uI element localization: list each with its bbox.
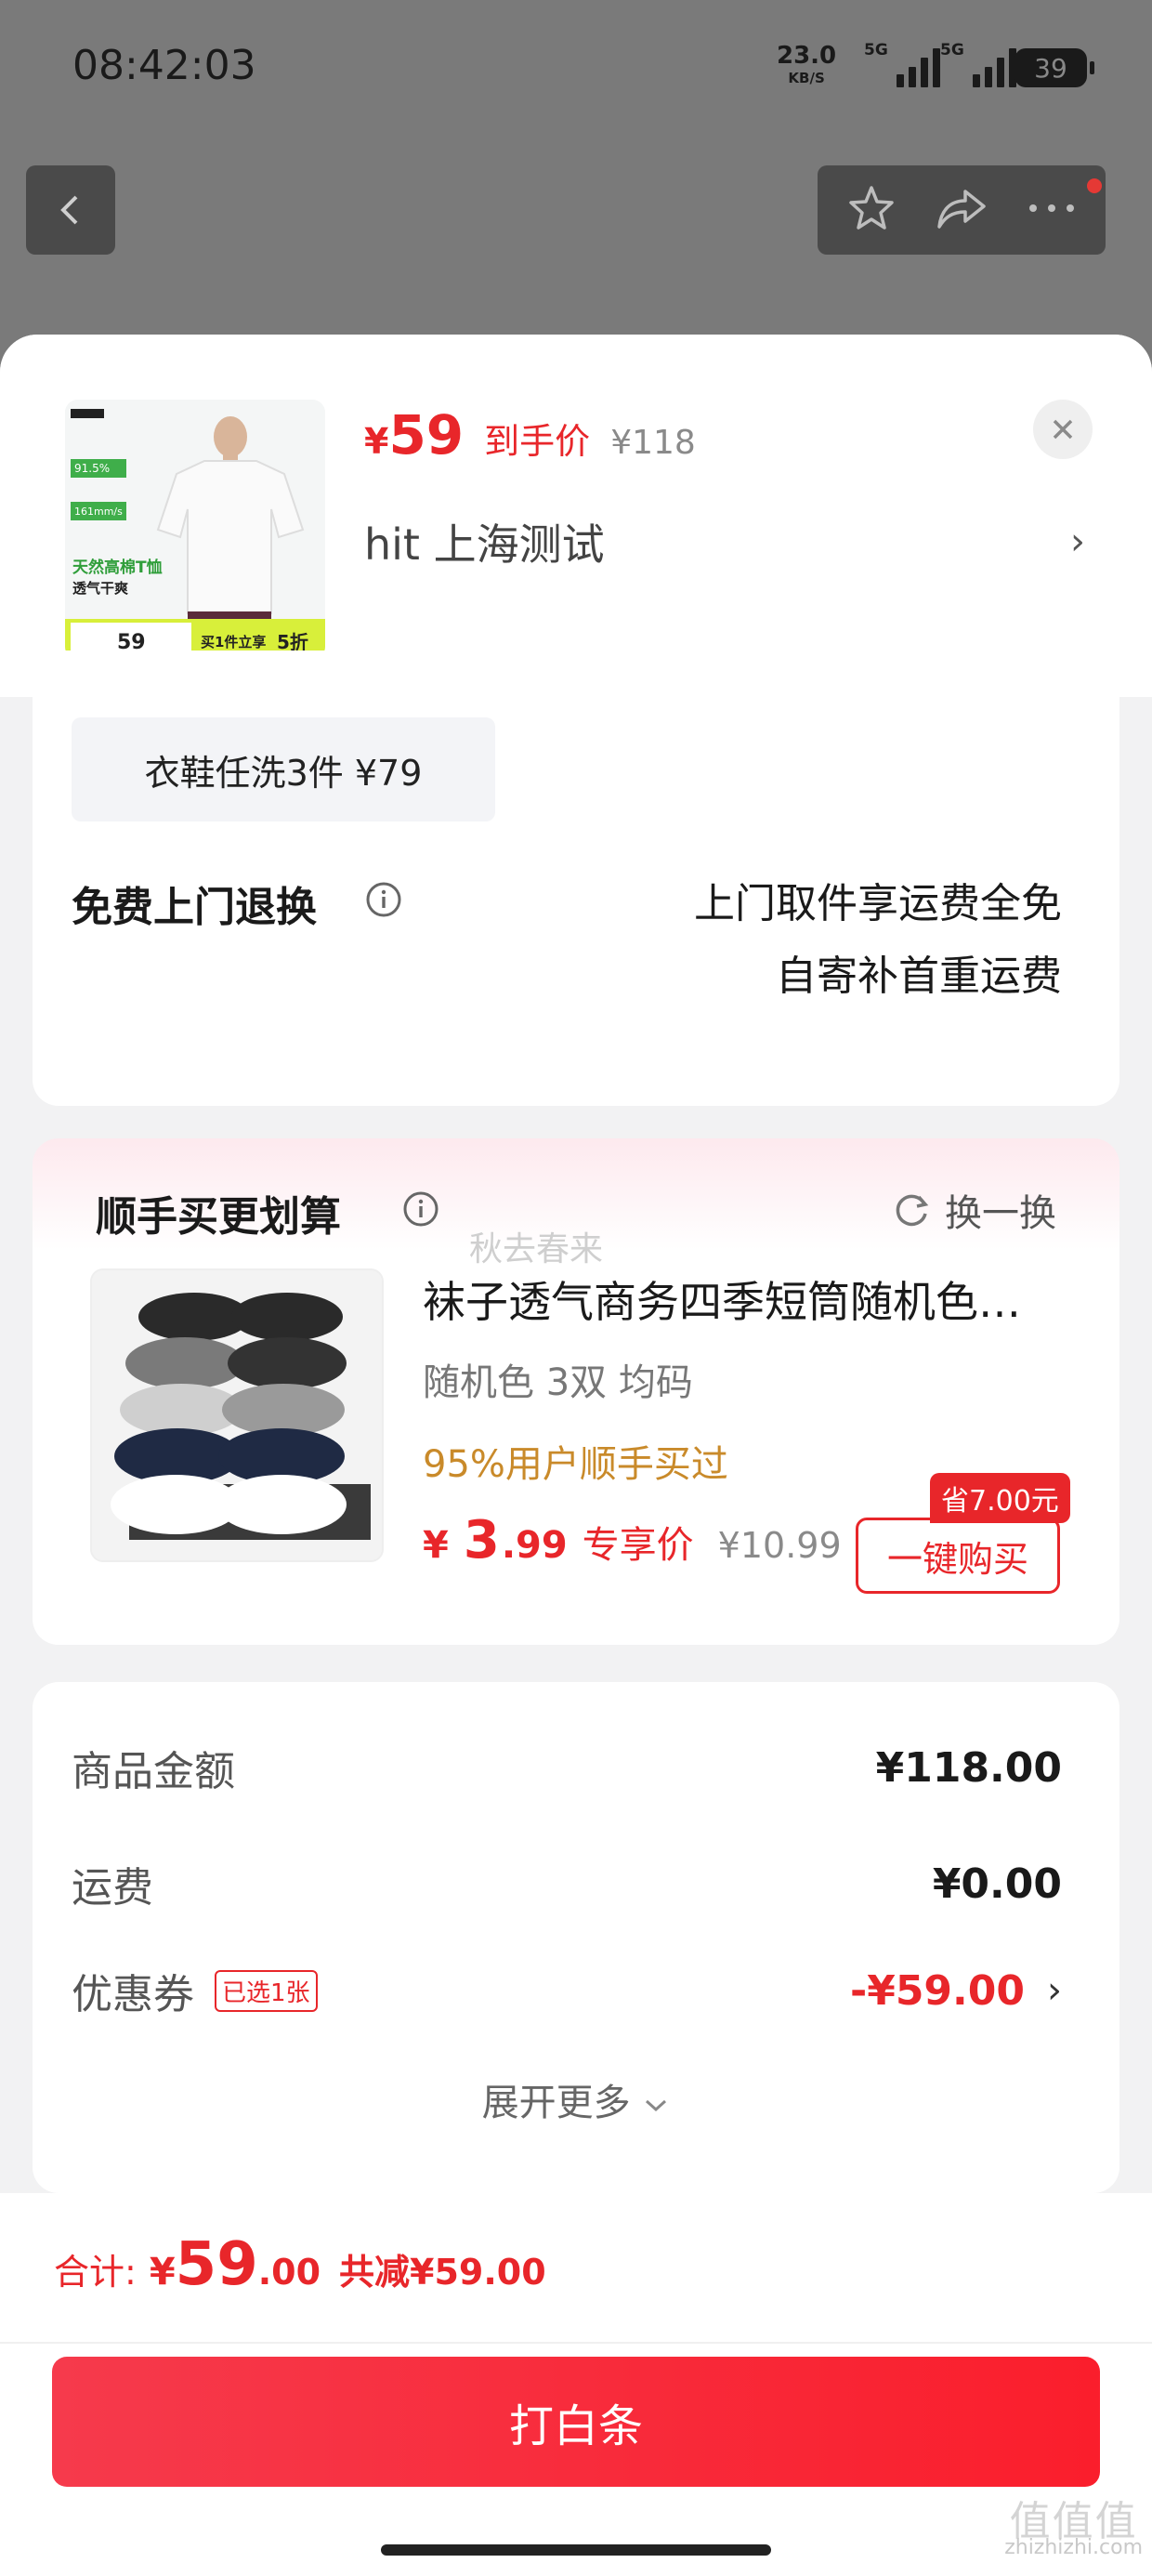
coupon-badge: 已选1张 — [215, 1969, 318, 2012]
signal-2-icon: 5G — [940, 41, 1016, 87]
divider — [0, 2342, 1152, 2344]
info-icon[interactable] — [365, 881, 402, 922]
chevron-right-icon[interactable]: › — [1047, 1969, 1062, 2012]
thumb-stat-1: 91.5% — [74, 462, 110, 475]
final-price-value: 59 — [388, 403, 465, 467]
refresh-icon — [896, 1194, 929, 1227]
chevron-right-icon[interactable]: › — [1070, 520, 1085, 563]
addon-card: 顺手买更划算 秋去春来 换一换 袜子透气商务四季短筒随机色… 随机色 3双 均码… — [33, 1138, 1119, 1645]
selected-spec[interactable]: hit 上海测试 — [364, 511, 605, 572]
chevron-down-icon — [646, 2099, 667, 2112]
coupon-value-group: -¥59.00 › — [850, 1967, 1062, 2015]
signal-2-label: 5G — [940, 41, 964, 59]
thumb-promo: 买1件立享 — [201, 634, 266, 651]
total-row: 合计: ¥ 59 .00 共减¥59.00 — [54, 2230, 546, 2299]
site-watermark-logo: 值值值 — [1009, 2498, 1138, 2545]
price-row: ¥59 到手价 ¥118 — [364, 403, 696, 467]
one-click-buy-button[interactable]: 一键购买 — [856, 1518, 1060, 1594]
return-service-title: 免费上门退换 — [72, 884, 317, 931]
signal-1-icon: 5G — [864, 41, 940, 87]
refresh-label: 换一换 — [945, 1192, 1056, 1235]
addon-price-int: 3 — [463, 1510, 500, 1571]
checkout-footer: 合计: ¥ 59 .00 共减¥59.00 打白条 值值值 zhizhizhi.… — [0, 2193, 1152, 2576]
summary-card: 商品金额 ¥118.00 运费 ¥0.00 优惠券 已选1张 -¥59.00 ›… — [33, 1682, 1119, 2193]
total-int: 59 — [175, 2230, 258, 2299]
thumb-headline: 天然高棉T恤 — [72, 558, 163, 577]
addon-price-dec: .99 — [501, 1524, 568, 1567]
star-icon — [848, 186, 894, 230]
coupon-label: 优惠券 — [72, 1971, 194, 2018]
watermark-text: 秋去春来 — [469, 1230, 604, 1268]
final-price: ¥59 — [364, 403, 464, 467]
thumb-subline: 透气干爽 — [72, 580, 128, 597]
checkout-sheet: 91.5% 161mm/s 天然高棉T恤 透气干爽 59 买1件立享 5折 ¥5… — [0, 335, 1152, 2576]
battery-icon: 39 — [1015, 48, 1094, 87]
addon-original-price: ¥10.99 — [717, 1525, 842, 1566]
pay-button[interactable]: 打白条 — [52, 2357, 1100, 2487]
total-saved: 共减¥59.00 — [339, 2252, 546, 2293]
battery-level: 39 — [1034, 52, 1067, 84]
return-service-line-1: 上门取件享运费全免 — [694, 880, 1062, 927]
back-button[interactable] — [26, 165, 115, 255]
share-button[interactable] — [934, 182, 989, 238]
status-bar: 08:42:03 23.0 KB/S 5G 5G 39 — [0, 0, 1152, 139]
total-dec: .00 — [257, 2252, 321, 2293]
addon-info-icon[interactable] — [402, 1190, 439, 1231]
original-price: ¥118 — [610, 424, 696, 462]
summary-row-shipping: 运费 ¥0.00 — [72, 1854, 1062, 1913]
more-button[interactable] — [1026, 199, 1078, 221]
shipping-label: 运费 — [72, 1864, 153, 1912]
total-label: 合计: — [54, 2252, 137, 2293]
promo-chip[interactable]: 衣鞋任洗3件 ¥79 — [72, 717, 495, 821]
site-watermark-url: zhizhizhi.com — [1004, 2536, 1143, 2559]
addon-product-image[interactable] — [90, 1268, 384, 1562]
addon-social-proof: 95%用户顺手买过 — [423, 1443, 728, 1486]
addon-product-name[interactable]: 袜子透气商务四季短筒随机色… — [423, 1268, 1073, 1330]
return-service-line-2: 自寄补首重运费 — [776, 953, 1062, 1000]
product-thumbnail: 91.5% 161mm/s 天然高棉T恤 透气干爽 59 买1件立享 5折 — [65, 400, 325, 660]
coupon-value: -¥59.00 — [849, 1966, 1025, 2015]
final-price-tag: 到手价 — [484, 421, 591, 462]
final-price-symbol: ¥ — [364, 421, 389, 462]
product-header: 91.5% 161mm/s 天然高棉T恤 透气干爽 59 买1件立享 5折 ¥5… — [0, 335, 1152, 697]
nav-actions — [818, 165, 1106, 255]
socks-image-icon — [92, 1270, 382, 1560]
refresh-button[interactable]: 换一换 — [891, 1183, 1056, 1237]
site-watermark: 值值值 zhizhizhi.com — [1004, 2498, 1143, 2561]
network-speed-unit: KB/S — [788, 70, 825, 86]
addon-price-tag: 专享价 — [582, 1524, 694, 1567]
shipping-value: ¥0.00 — [932, 1860, 1062, 1908]
promo-card: 衣鞋任洗3件 ¥79 免费上门退换 上门取件享运费全免 自寄补首重运费 — [33, 651, 1119, 1106]
status-time: 08:42:03 — [72, 42, 256, 89]
summary-row-goods: 商品金额 ¥118.00 — [72, 1738, 1062, 1797]
product-image-icon: 91.5% 161mm/s 天然高棉T恤 透气干爽 59 买1件立享 5折 — [65, 400, 325, 660]
notification-dot — [1087, 178, 1102, 193]
save-badge: 省7.00元 — [930, 1473, 1070, 1523]
total-symbol: ¥ — [149, 2251, 176, 2293]
addon-price-symbol: ¥ — [423, 1524, 449, 1567]
back-icon — [60, 195, 78, 225]
network-speed: 23.0 KB/S — [777, 42, 837, 89]
coupon-label-group: 优惠券 已选1张 — [72, 1961, 318, 2020]
goods-amount-label: 商品金额 — [72, 1748, 235, 1795]
share-icon — [937, 190, 986, 229]
close-button[interactable] — [1033, 400, 1093, 459]
addon-title: 顺手买更划算 — [96, 1193, 341, 1241]
signal-1-label: 5G — [864, 41, 888, 59]
expand-more-button[interactable]: 展开更多 — [33, 2072, 1119, 2126]
network-speed-value: 23.0 — [777, 42, 837, 70]
summary-row-coupon[interactable]: 优惠券 已选1张 -¥59.00 › — [72, 1961, 1062, 2020]
expand-more-label: 展开更多 — [481, 2082, 631, 2124]
addon-price-row: ¥ 3 .99 专享价 ¥10.99 — [423, 1510, 842, 1571]
home-indicator[interactable] — [381, 2544, 771, 2556]
addon-product-spec: 随机色 3双 均码 — [423, 1361, 693, 1404]
close-icon — [1053, 419, 1073, 440]
thumb-stat-2: 161mm/s — [74, 506, 123, 518]
favorite-button[interactable] — [845, 182, 897, 238]
more-icon — [1029, 204, 1075, 212]
goods-amount-value: ¥118.00 — [875, 1743, 1062, 1792]
